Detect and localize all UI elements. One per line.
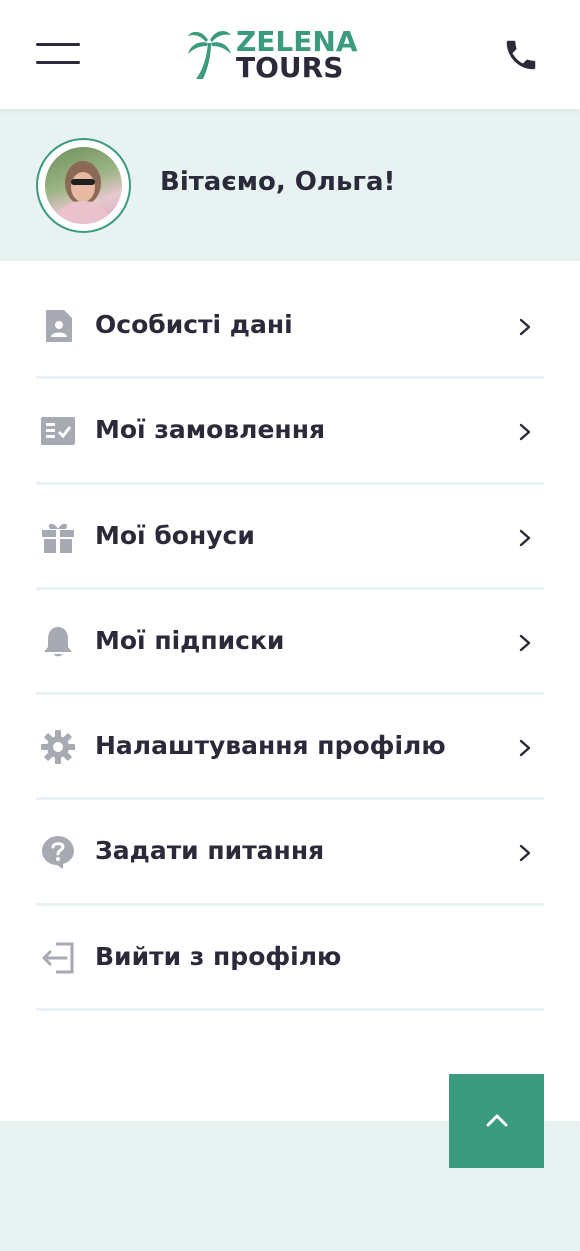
gear-icon [41, 730, 75, 765]
chevron-right-icon [519, 845, 531, 862]
menu-item-label: Налаштування профілю [95, 731, 446, 761]
welcome-section: Вітаємо, Ольга! [0, 109, 580, 261]
avatar[interactable] [36, 138, 131, 233]
menu-item-label: Мої замовлення [95, 415, 326, 445]
palm-tree-icon [188, 30, 231, 79]
menu-item-label: Задати питання [95, 836, 325, 866]
menu-item-subscriptions[interactable]: Мої підписки [36, 590, 544, 696]
chevron-right-icon [519, 634, 531, 652]
chevron-right-icon [519, 318, 531, 336]
question-icon [42, 836, 74, 870]
phone-icon[interactable] [502, 36, 540, 74]
menu-item-ask-question[interactable]: Задати питання [36, 800, 544, 906]
menu-item-label: Особисті дані [95, 310, 293, 339]
hamburger-icon[interactable] [36, 43, 80, 65]
greeting-text: Вітаємо, Ольга! [160, 167, 396, 197]
chevron-right-icon [519, 529, 531, 546]
bell-icon [44, 626, 72, 657]
menu-item-profile-settings[interactable]: Налаштування профілю [36, 695, 544, 801]
avatar-photo [45, 147, 122, 224]
menu-item-bonuses[interactable]: Мої бонуси [36, 485, 544, 590]
scroll-to-top-button[interactable] [449, 1074, 544, 1168]
top-header: ZELENA TOURS [0, 0, 580, 109]
checklist-icon [41, 417, 75, 446]
logout-icon [42, 942, 74, 974]
logo-text-line2: TOURS [236, 51, 344, 84]
chevron-up-icon [486, 1114, 508, 1127]
menu-item-logout[interactable]: Вийти з профілю [36, 906, 544, 1012]
menu-item-label: Вийти з профілю [95, 941, 342, 971]
menu-item-label: Мої бонуси [95, 520, 255, 550]
menu-item-personal-data[interactable]: Особисті дані [36, 274, 544, 380]
chevron-right-icon [519, 424, 531, 441]
chevron-right-icon [519, 739, 531, 757]
brand-logo[interactable]: ZELENA TOURS [186, 26, 396, 84]
gift-icon [42, 523, 74, 553]
person-card-icon [46, 310, 72, 342]
profile-menu: Особисті дані Мої замовлення Мої бонуси [36, 274, 544, 1012]
menu-item-orders[interactable]: Мої замовлення [36, 379, 544, 485]
menu-item-label: Мої підписки [95, 625, 285, 655]
